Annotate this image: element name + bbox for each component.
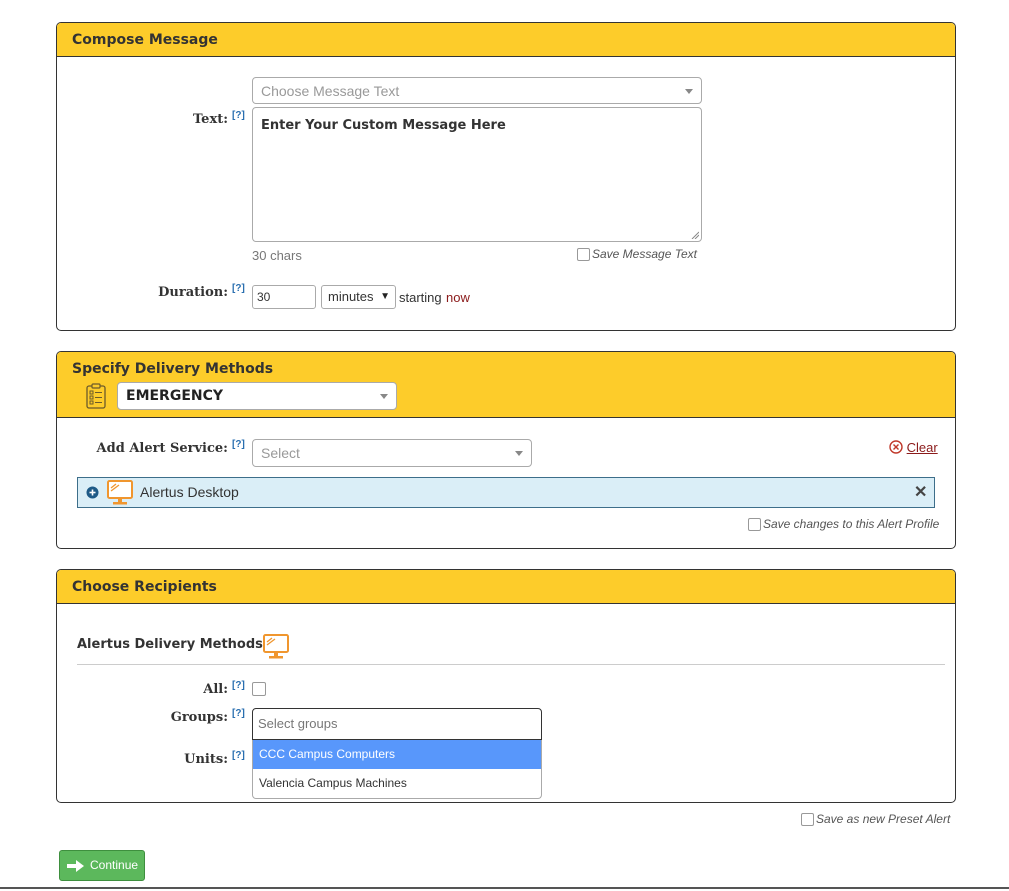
starting-now-link[interactable]: now [446,290,470,305]
units-label: Units: [184,752,228,767]
groups-placeholder: Select groups [258,716,338,731]
continue-label: Continue [90,858,139,872]
message-textarea[interactable]: Enter Your Custom Message Here [252,107,702,242]
choose-recipients-title: Choose Recipients [72,579,217,595]
continue-button[interactable]: Continue [59,850,145,881]
duration-help-link[interactable]: [?] [232,283,245,294]
dropdown-arrow-icon: ▼ [380,291,390,302]
save-alert-profile-checkbox[interactable] [748,518,761,531]
desktop-monitor-icon [263,634,289,659]
alert-profile-select[interactable]: EMERGENCY [117,382,397,410]
divider [77,664,945,665]
groups-label: Groups: [170,710,228,725]
add-alert-service-label: Add Alert Service: [96,441,228,456]
chevron-down-icon [685,88,693,94]
alert-service-placeholder: Select [261,445,300,461]
expand-plus-icon[interactable] [86,486,99,499]
text-help-link[interactable]: [?] [232,110,245,121]
duration-label: Duration: [158,285,228,300]
message-text-placeholder: Choose Message Text [261,83,400,99]
duration-input[interactable]: 30 [252,285,316,309]
all-checkbox[interactable] [252,682,266,696]
choose-recipients-header: Choose Recipients [57,570,955,604]
message-text-select[interactable]: Choose Message Text [252,77,702,104]
alert-service-select[interactable]: Select [252,439,532,467]
compose-message-title: Compose Message [72,32,218,48]
arrow-right-icon [67,860,84,872]
save-message-text-label: Save Message Text [592,247,697,261]
add-alert-service-help-link[interactable]: [?] [232,439,245,450]
message-body: Enter Your Custom Message Here [261,118,506,133]
duration-unit-select[interactable]: minutes ▼ [321,285,396,309]
duration-unit-value: minutes [328,289,374,304]
alert-profile-value: EMERGENCY [126,388,224,404]
chevron-down-icon [515,451,523,456]
save-alert-profile-label: Save changes to this Alert Profile [763,517,940,531]
save-preset-checkbox[interactable] [801,813,814,826]
text-label: Text: [192,112,228,127]
resize-handle-icon[interactable] [691,231,699,239]
save-message-text-checkbox[interactable] [577,248,590,261]
groups-search-input[interactable]: Select groups [252,708,542,740]
groups-help-link[interactable]: [?] [232,708,245,719]
all-help-link[interactable]: [?] [232,680,245,691]
save-preset-label: Save as new Preset Alert [816,812,951,826]
alert-service-name: Alertus Desktop [140,484,239,500]
clear-label: Clear [906,440,938,455]
char-count: 30 chars [252,248,302,263]
alert-service-row[interactable]: Alertus Desktop ✕ [77,477,935,508]
all-label: All: [203,682,228,697]
duration-value: 30 [257,290,271,304]
clear-circle-x-icon [889,440,903,454]
clear-button[interactable]: Clear [889,440,938,456]
group-option[interactable]: Valencia Campus Machines [253,769,541,798]
remove-service-x-icon[interactable]: ✕ [914,482,927,502]
compose-message-header: Compose Message [57,23,955,57]
groups-dropdown-list: CCC Campus Computers Valencia Campus Mac… [252,740,542,799]
starting-label: starting [399,290,442,305]
clipboard-checklist-icon [86,383,106,409]
delivery-methods-title: Specify Delivery Methods [72,361,274,377]
units-help-link[interactable]: [?] [232,750,245,761]
desktop-monitor-icon [107,480,133,505]
bottom-border [0,887,1009,889]
group-option[interactable]: CCC Campus Computers [253,740,541,769]
delivery-methods-label: Alertus Delivery Methods: [77,637,269,652]
chevron-down-icon [380,394,388,399]
